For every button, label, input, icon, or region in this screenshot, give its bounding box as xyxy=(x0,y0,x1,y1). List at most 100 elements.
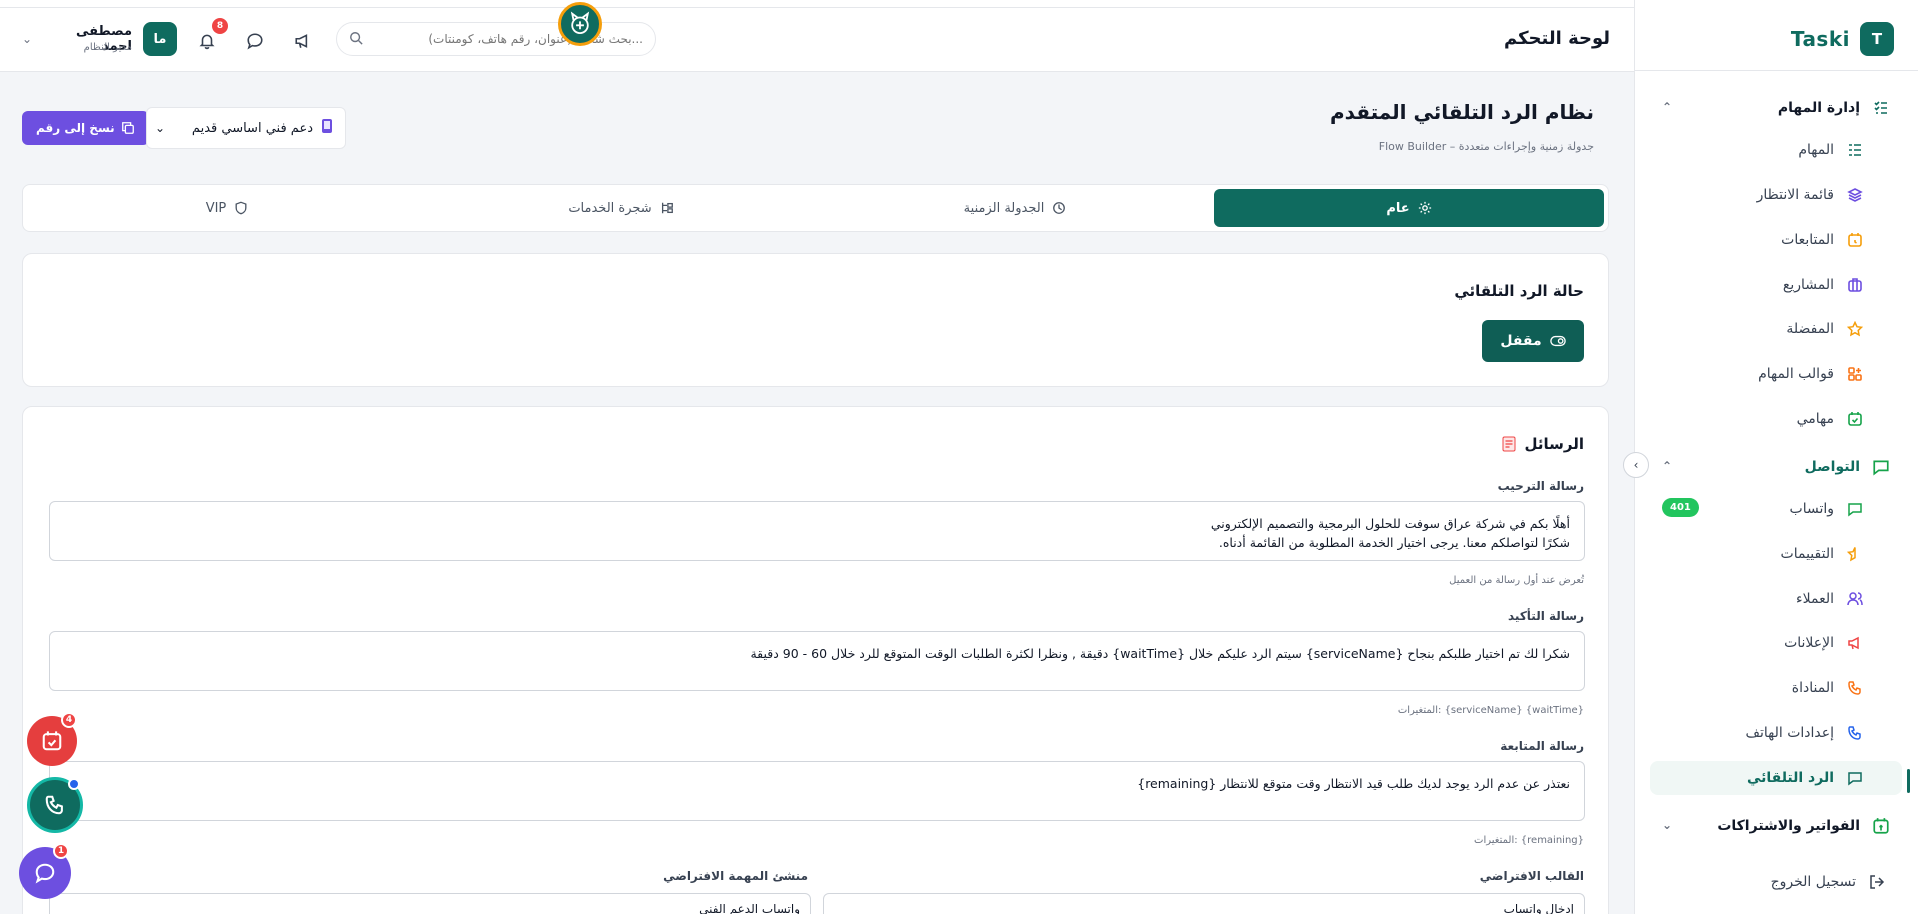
page-title: نظام الرد التلقائي المتقدم xyxy=(1329,100,1594,124)
sidebar-item-label: الإعلانات xyxy=(1784,635,1834,651)
sidebar-item-label: التقييمات xyxy=(1780,546,1834,562)
tab-schedule[interactable]: الجدولة الزمنية xyxy=(820,189,1210,227)
phone-icon xyxy=(1846,724,1864,742)
followup-text: نعتذر عن عدم الرد يوجد لديك طلب قيد الان… xyxy=(1137,776,1570,791)
confirm-text: شكرا لك تم اختيار طلبكم بنجاح {serviceNa… xyxy=(750,646,1570,661)
calendar-money-icon xyxy=(1872,817,1890,835)
logout-label: تسجيل الخروج xyxy=(1770,874,1856,890)
welcome-line-1: أهلًا بكم في شركة عراق سوفت للحلول البرم… xyxy=(1210,516,1570,531)
tab-label: الجدولة الزمنية xyxy=(963,200,1045,216)
sidebar-item-ads[interactable]: الإعلانات xyxy=(1650,626,1902,660)
welcome-message-textarea[interactable]: أهلًا بكم في شركة عراق سوفت للحلول البرم… xyxy=(49,501,1585,561)
sidebar-collapse-button[interactable]: ‹ xyxy=(1623,452,1649,478)
sidebar-item-auto-reply[interactable]: الرد التلقائي xyxy=(1650,761,1910,795)
messages-button[interactable] xyxy=(244,30,266,52)
star-half-icon xyxy=(1846,545,1864,563)
sidebar-item-customers[interactable]: العملاء xyxy=(1650,582,1902,616)
chat-bubble-icon xyxy=(247,33,263,50)
welcome-message-label: رسالة الترحيب xyxy=(1497,479,1584,493)
avatar[interactable]: ما xyxy=(143,22,177,56)
default-template-select[interactable]: إدخال واتساب xyxy=(823,893,1585,914)
auto-reply-toggle-button[interactable]: مقفل xyxy=(1482,320,1584,362)
tasks-fab[interactable]: 4 xyxy=(27,712,77,766)
megaphone-icon xyxy=(1846,634,1864,652)
sidebar-item-phone-settings[interactable]: إعدادات الهاتف xyxy=(1650,716,1902,750)
sidebar-item-label: الرد التلقائي xyxy=(1746,770,1834,786)
select-value: دعم فني اساسي قديم xyxy=(191,120,313,136)
default-template-label: القالب الافتراضي xyxy=(1479,869,1584,883)
chat-bubble-icon xyxy=(35,863,55,884)
logout-button[interactable]: تسجيل الخروج xyxy=(1650,865,1902,899)
whatsapp-count-badge: 401 xyxy=(1662,498,1699,517)
tab-label: VIP xyxy=(205,200,227,216)
number-select[interactable]: ⌄ دعم فني اساسي قديم xyxy=(146,107,346,149)
tab-label: شجرة الخدمات xyxy=(568,200,652,216)
chat-icon xyxy=(1846,500,1864,518)
calendar-check-icon xyxy=(1846,410,1864,428)
message-square-icon xyxy=(1872,458,1890,476)
sidebar: T Taski إدارة المهام ⌃ المهام قائمة الان… xyxy=(1634,0,1918,914)
grid-plus-icon xyxy=(1846,365,1864,383)
sidebar-item-label: المناداة xyxy=(1791,680,1834,696)
sidebar-item-whatsapp[interactable]: واتساب 401 xyxy=(1650,492,1902,526)
default-creator-select[interactable]: واتساب الدعم الفني xyxy=(49,893,811,914)
sidebar-item-label: واتساب xyxy=(1789,501,1834,517)
cat-face-icon xyxy=(570,11,590,35)
confirm-message-textarea[interactable]: شكرا لك تم اختيار طلبكم بنجاح {serviceNa… xyxy=(49,631,1585,691)
chevron-down-icon[interactable]: ⌄ xyxy=(1662,818,1672,832)
calendar-clock-icon xyxy=(1846,231,1864,249)
sidebar-item-label: قائمة الانتظار xyxy=(1756,187,1834,203)
followup-message-textarea[interactable]: نعتذر عن عدم الرد يوجد لديك طلب قيد الان… xyxy=(49,761,1585,821)
sidebar-item-templates[interactable]: قوالب المهام xyxy=(1650,357,1902,391)
sidebar-item-tasks[interactable]: المهام xyxy=(1650,133,1902,167)
global-search[interactable] xyxy=(336,22,656,56)
sidebar-group-billing[interactable]: الفواتير والاشتراكات ⌄ xyxy=(1650,809,1902,843)
chevron-up-icon[interactable]: ⌃ xyxy=(1662,459,1672,473)
sidebar-divider xyxy=(1634,70,1918,71)
brand[interactable]: T Taski xyxy=(1791,22,1894,56)
sidebar-item-ratings[interactable]: التقييمات xyxy=(1650,537,1902,571)
toggle-icon xyxy=(1549,335,1566,347)
sidebar-item-label: مهامي xyxy=(1796,411,1834,427)
sidebar-group-tasks[interactable]: إدارة المهام ⌃ xyxy=(1650,91,1902,125)
sidebar-item-favorites[interactable]: المفضلة xyxy=(1650,312,1902,346)
memo-icon xyxy=(1502,436,1516,452)
user-role: مدير النظام xyxy=(83,42,132,53)
tasks-fab-badge: 4 xyxy=(61,712,77,728)
sidebar-group-communication[interactable]: التواصل ⌃ xyxy=(1650,450,1902,484)
status-card-title: حالة الرد التلقائي xyxy=(1454,282,1584,300)
notifications-button[interactable] xyxy=(196,30,218,52)
followup-help-text: المتغيرات: {remaining} xyxy=(1474,835,1584,846)
sidebar-item-my-tasks[interactable]: مهامي xyxy=(1650,402,1902,436)
sidebar-item-calling[interactable]: المناداة xyxy=(1650,671,1902,705)
calendar-check-icon xyxy=(42,731,62,751)
sidebar-item-label: إعدادات الهاتف xyxy=(1745,725,1835,741)
announcements-button[interactable] xyxy=(292,30,314,52)
chevron-up-icon[interactable]: ⌃ xyxy=(1662,100,1672,114)
chevron-left-icon: ‹ xyxy=(1633,458,1639,472)
chat-fab[interactable]: 1 xyxy=(19,843,71,899)
sidebar-item-followups[interactable]: المتابعات xyxy=(1650,223,1902,257)
tab-services-tree[interactable]: شجرة الخدمات xyxy=(426,189,816,227)
chevron-down-icon[interactable]: ⌄ xyxy=(22,32,32,46)
layers-icon xyxy=(1846,186,1864,204)
shield-icon xyxy=(235,201,247,215)
notification-count-badge: 8 xyxy=(212,18,228,34)
copy-to-number-button[interactable]: نسخ إلى رقم xyxy=(22,111,149,145)
messages-card: الرسائل رسالة الترحيب أهلًا بكم في شركة … xyxy=(22,406,1609,914)
floating-cat-icon[interactable] xyxy=(558,2,602,46)
phone-fab[interactable] xyxy=(27,777,83,833)
tab-general[interactable]: عام xyxy=(1214,189,1604,227)
phone-device-icon xyxy=(321,118,333,138)
sidebar-item-label: المفضلة xyxy=(1786,321,1834,337)
sidebar-item-queue[interactable]: قائمة الانتظار xyxy=(1650,178,1902,212)
phone-ring-icon xyxy=(1846,679,1864,697)
chat-fab-badge: 1 xyxy=(53,843,69,859)
sidebar-item-projects[interactable]: المشاريع xyxy=(1650,268,1902,302)
welcome-line-2: شكرًا لتواصلكم معنا. يرجى اختيار الخدمة … xyxy=(1218,535,1570,550)
gear-icon xyxy=(1418,201,1431,215)
status-card: حالة الرد التلقائي مقفل xyxy=(22,253,1609,387)
chat-icon xyxy=(1846,769,1864,787)
tree-icon xyxy=(661,202,673,214)
tab-vip[interactable]: VIP xyxy=(32,189,422,227)
